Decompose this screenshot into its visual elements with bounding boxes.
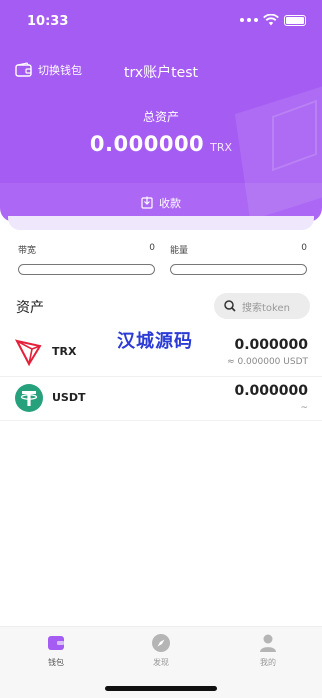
status-icons: [240, 14, 306, 26]
search-icon: [224, 300, 236, 312]
bandwidth-label: 带宽: [18, 246, 37, 256]
wifi-icon: [263, 14, 279, 26]
status-time: 10:33: [27, 14, 69, 29]
energy-value: 0: [301, 243, 307, 253]
total-assets-unit: TRX: [210, 141, 233, 154]
assets-title: 资产: [16, 300, 44, 316]
home-indicator: [105, 686, 217, 691]
total-assets: 0.000000 TRX: [0, 132, 322, 156]
battery-icon: [284, 14, 306, 26]
wallet-header: 10:33 切换钱包 trx账户test 总资产 0.000000 TRX 收款: [0, 0, 322, 222]
token-value-usdt: ≈ 0.000000 USDT: [227, 357, 308, 367]
receive-icon: [141, 196, 153, 209]
bandwidth-value: 0: [149, 243, 155, 253]
token-name: USDT: [52, 391, 86, 404]
header-shadow: [8, 216, 314, 230]
energy-label: 能量: [170, 246, 189, 256]
search-token-input[interactable]: 搜索token: [214, 293, 310, 319]
usdt-logo-icon: [15, 384, 43, 412]
row-divider: [0, 420, 322, 421]
energy-resource: 能量 0: [170, 243, 307, 275]
token-amount: 0.000000: [234, 337, 308, 353]
token-row-usdt[interactable]: USDT 0.000000 ~: [0, 377, 322, 421]
compass-icon: [152, 634, 170, 652]
tab-discover[interactable]: 发现: [126, 633, 196, 668]
tab-mine[interactable]: 我的: [233, 633, 303, 668]
status-bar: 10:33: [0, 0, 322, 44]
energy-bar: [170, 264, 307, 275]
signal-icon: [240, 18, 258, 22]
tab-wallet-label: 钱包: [48, 658, 64, 667]
search-placeholder: 搜索token: [242, 302, 290, 314]
tab-discover-label: 发现: [153, 658, 169, 667]
tab-wallet[interactable]: 钱包: [21, 633, 91, 668]
trx-logo-icon: [15, 339, 42, 367]
token-name: TRX: [52, 345, 77, 358]
user-icon: [260, 634, 276, 652]
bandwidth-bar: [18, 264, 155, 275]
receive-label: 收款: [159, 196, 181, 210]
wallet-icon: [48, 636, 64, 650]
total-assets-label: 总资产: [142, 110, 179, 124]
token-value-usdt: ~: [300, 403, 308, 413]
token-amount: 0.000000: [234, 383, 308, 399]
total-assets-value: 0.000000: [89, 132, 205, 156]
wallet-title: trx账户test: [123, 65, 199, 81]
watermark-text: 汉城源码: [117, 331, 193, 352]
tab-mine-label: 我的: [260, 658, 276, 667]
bandwidth-resource: 带宽 0: [18, 243, 155, 275]
